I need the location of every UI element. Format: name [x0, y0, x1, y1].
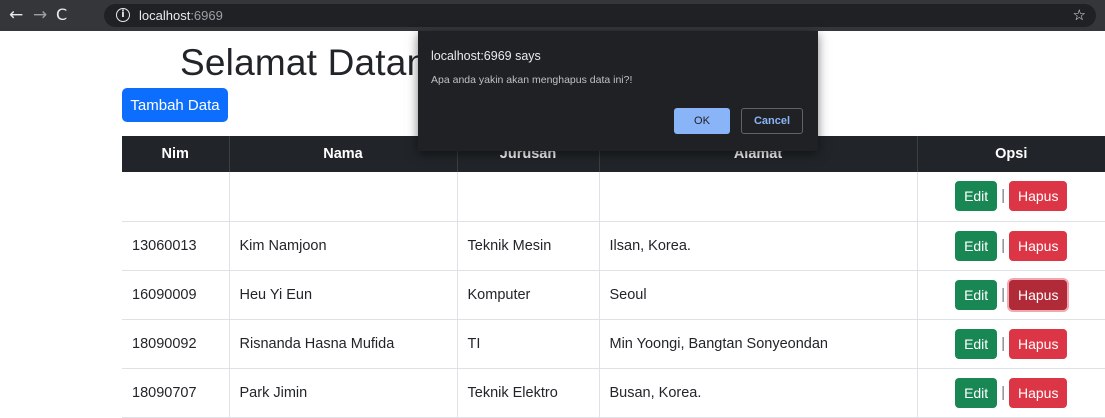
table-row: 13060013 Kim Namjoon Teknik Mesin Ilsan,…	[122, 221, 1105, 271]
bookmark-star-icon[interactable]: ☆	[1073, 6, 1086, 24]
back-arrow-icon[interactable]: ←	[9, 6, 23, 24]
cell-opsi: Edit | Hapus	[916, 319, 1105, 369]
table-row: Edit | Hapus	[122, 172, 1105, 222]
table-row: 18090092 Risnanda Hasna Mufida TI Min Yo…	[122, 319, 1105, 369]
delete-button[interactable]: Hapus	[1008, 230, 1068, 261]
cell-jurusan: TI	[456, 319, 599, 369]
reload-icon[interactable]: C	[56, 6, 67, 24]
cell-opsi: Edit | Hapus	[916, 221, 1105, 271]
cell-alamat: Busan, Korea.	[598, 368, 917, 418]
cell-jurusan: Teknik Mesin	[456, 221, 599, 271]
table-row: 16090009 Heu Yi Eun Komputer Seoul Edit |…	[122, 270, 1105, 320]
edit-button[interactable]: Edit	[955, 279, 998, 310]
cell-nim: 18090092	[122, 319, 229, 369]
separator: |	[1001, 237, 1005, 254]
cell-nama: Park Jimin	[228, 368, 457, 418]
edit-button[interactable]: Edit	[955, 328, 998, 359]
forward-arrow-icon[interactable]: →	[33, 6, 47, 24]
cell-jurusan: Komputer	[456, 270, 599, 320]
cell-nim: 13060013	[122, 221, 229, 271]
cell-jurusan	[456, 172, 599, 222]
cancel-button[interactable]: Cancel	[741, 108, 803, 134]
cell-nama: Risnanda Hasna Mufida	[228, 319, 457, 369]
delete-button[interactable]: Hapus	[1008, 328, 1068, 359]
url-text: localhost:6969	[139, 8, 223, 23]
url-port: :6969	[190, 8, 223, 23]
edit-button[interactable]: Edit	[955, 230, 998, 261]
student-table: Nim Nama Jurusan Alamat Opsi Edit | Hapus …	[122, 136, 1105, 418]
cell-jurusan: Teknik Elektro	[456, 368, 599, 418]
cell-opsi: Edit | Hapus	[916, 172, 1105, 222]
url-host: localhost	[139, 8, 191, 23]
cell-nim: 18090707	[122, 368, 229, 418]
dialog-title: localhost:6969 says	[431, 49, 541, 63]
delete-button[interactable]: Hapus	[1008, 377, 1068, 408]
edit-button[interactable]: Edit	[955, 181, 998, 212]
dialog-message: Apa anda yakin akan menghapus data ini?!	[431, 74, 633, 86]
edit-button[interactable]: Edit	[955, 377, 998, 408]
address-bar[interactable]: i localhost:6969 ☆	[104, 4, 1096, 27]
ok-button[interactable]: OK	[674, 108, 730, 134]
info-icon[interactable]: i	[116, 8, 130, 22]
cell-nim: 16090009	[122, 270, 229, 320]
separator: |	[1001, 384, 1005, 401]
cell-opsi: Edit | Hapus	[916, 270, 1105, 320]
header-nim: Nim	[161, 146, 189, 162]
separator: |	[1001, 188, 1005, 205]
cell-alamat: Seoul	[598, 270, 917, 320]
cell-nama: Kim Namjoon	[228, 221, 457, 271]
browser-toolbar: ← → C i localhost:6969 ☆	[0, 0, 1105, 31]
cell-alamat: Ilsan, Korea.	[598, 221, 917, 271]
cell-nim	[122, 172, 229, 222]
delete-button[interactable]: Hapus	[1008, 181, 1068, 212]
confirm-dialog: localhost:6969 says Apa anda yakin akan …	[418, 31, 818, 151]
table-row: 18090707 Park Jimin Teknik Elektro Busan…	[122, 368, 1105, 418]
cell-alamat: Min Yoongi, Bangtan Sonyeondan	[598, 319, 917, 369]
cell-nama: Heu Yi Eun	[228, 270, 457, 320]
cell-nama	[228, 172, 457, 222]
cell-opsi: Edit | Hapus	[916, 368, 1105, 418]
add-data-button[interactable]: Tambah Data	[122, 88, 228, 122]
cell-alamat	[598, 172, 917, 222]
separator: |	[1001, 335, 1005, 352]
header-opsi: Opsi	[916, 136, 1105, 172]
delete-button[interactable]: Hapus	[1008, 279, 1068, 310]
separator: |	[1001, 286, 1005, 303]
